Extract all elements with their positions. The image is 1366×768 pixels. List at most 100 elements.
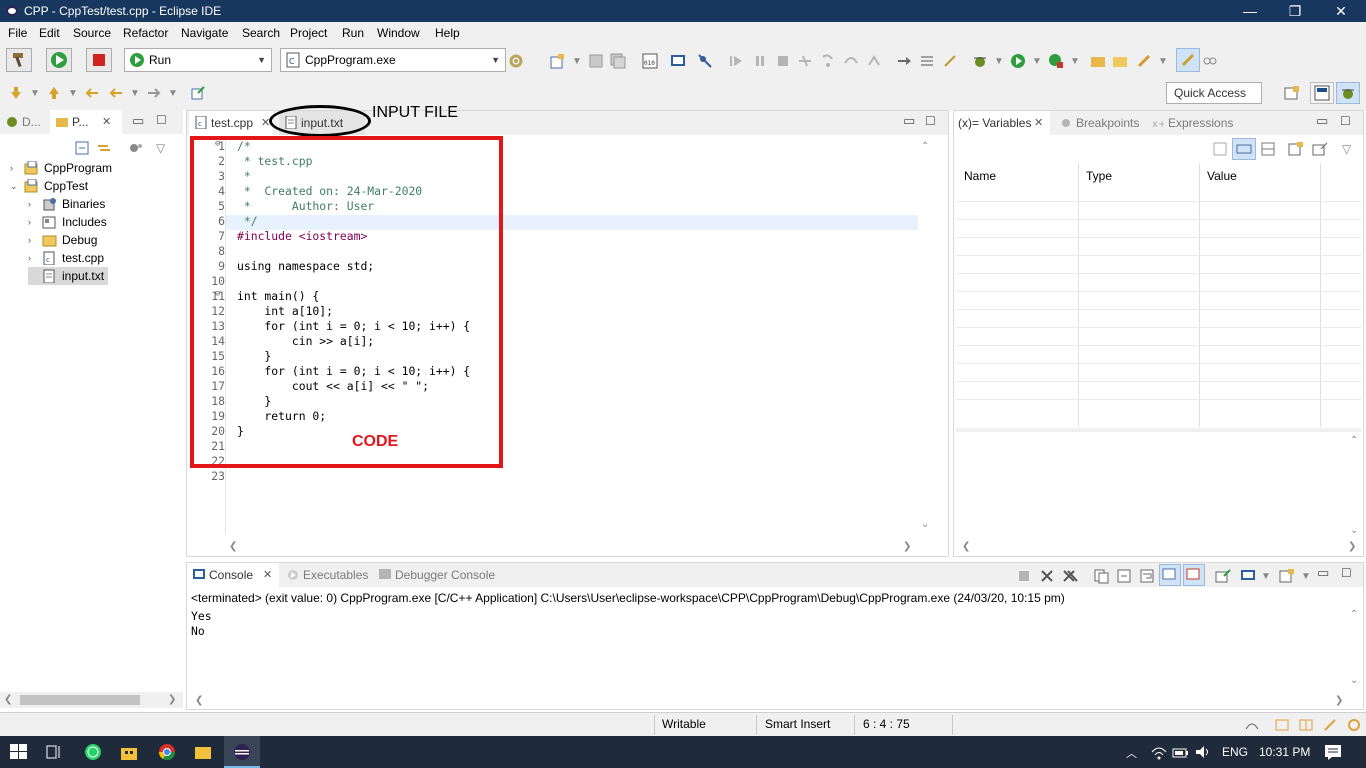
next-annotation-icon[interactable] xyxy=(8,85,24,101)
scroll-down-icon[interactable]: ⌄ xyxy=(921,519,929,530)
scroll-up-icon[interactable]: ⌃ xyxy=(1350,435,1358,446)
suspend-icon[interactable] xyxy=(752,53,768,69)
scroll-down-icon[interactable]: ⌄ xyxy=(1350,525,1358,536)
detail-pane-sash[interactable] xyxy=(956,428,1361,432)
highlight-toggle-button[interactable] xyxy=(1176,48,1200,72)
scroll-up-icon[interactable]: ⌃ xyxy=(921,141,929,152)
scroll-left-icon[interactable]: ❮ xyxy=(229,541,237,552)
console-vertical-scrollbar[interactable]: ⌃ ⌄ xyxy=(1347,607,1363,691)
menu-file[interactable]: File xyxy=(8,26,27,40)
chevron-down-icon[interactable]: ▼ xyxy=(1070,56,1080,67)
menu-project[interactable]: Project xyxy=(290,26,327,40)
view-menu-icon[interactable]: ▽ xyxy=(156,141,165,155)
chevron-down-icon[interactable]: ▼ xyxy=(1032,56,1042,67)
scroll-right-icon[interactable]: ❯ xyxy=(1348,541,1356,552)
menu-source[interactable]: Source xyxy=(73,26,111,40)
menu-run[interactable]: Run xyxy=(342,26,364,40)
chevron-down-icon[interactable]: ▼ xyxy=(572,56,582,67)
tab-test-cpp[interactable]: c test.cpp ✕ xyxy=(189,111,273,135)
last-edit-icon[interactable] xyxy=(84,85,100,101)
maximize-icon[interactable]: ☐ xyxy=(925,114,936,128)
task-view-icon[interactable] xyxy=(46,744,64,760)
view-menu-icon[interactable]: ▽ xyxy=(1342,142,1351,156)
editor-horizontal-scrollbar[interactable]: ❮ ❯ xyxy=(215,539,918,555)
maximize-icon[interactable]: ☐ xyxy=(1340,114,1351,128)
copy-icon[interactable] xyxy=(1093,568,1109,584)
wand-icon[interactable] xyxy=(1322,717,1338,733)
chrome-icon[interactable] xyxy=(158,744,176,760)
expand-icon[interactable]: › xyxy=(28,195,31,213)
tab-executables[interactable]: Executables xyxy=(281,563,371,587)
pencil-icon[interactable] xyxy=(1136,53,1152,69)
scroll-lock-icon[interactable] xyxy=(1116,568,1132,584)
tree-item-input-txt[interactable]: input.txt xyxy=(28,267,108,285)
show-type-names-button[interactable] xyxy=(1232,138,1256,160)
book-icon[interactable] xyxy=(1274,717,1290,733)
debug-perspective-button[interactable] xyxy=(1336,82,1360,104)
tray-expand-icon[interactable]: ︿ xyxy=(1126,745,1137,761)
detail-vertical-scrollbar[interactable]: ⌃ ⌄ xyxy=(1347,433,1363,543)
open-perspective-icon[interactable] xyxy=(1284,85,1300,101)
maximize-icon[interactable]: ☐ xyxy=(156,113,167,127)
pin-icon[interactable] xyxy=(1312,141,1328,157)
new-folder-icon[interactable] xyxy=(1090,53,1106,69)
chevron-down-icon[interactable]: ▼ xyxy=(30,88,40,99)
menu-refactor[interactable]: Refactor xyxy=(123,26,168,40)
close-window-button[interactable]: ✕ xyxy=(1331,2,1351,20)
cpp-perspective-button[interactable] xyxy=(1310,82,1334,104)
link-icon[interactable] xyxy=(1202,53,1218,69)
wand-icon[interactable] xyxy=(942,53,958,69)
pin-editor-icon[interactable] xyxy=(190,85,206,101)
chevron-down-icon[interactable]: ▼ xyxy=(1301,571,1311,582)
quick-access-field[interactable]: Quick Access xyxy=(1166,82,1262,104)
restore-button[interactable]: ❐ xyxy=(1285,2,1305,20)
build-button[interactable] xyxy=(6,48,32,72)
disconnect-icon[interactable] xyxy=(797,53,813,69)
eclipse-taskbar-button[interactable] xyxy=(224,736,260,768)
collapse-all-icon[interactable] xyxy=(74,140,90,156)
show-on-output-button[interactable] xyxy=(1159,564,1181,586)
menu-navigate[interactable]: Navigate xyxy=(181,26,228,40)
whatsapp-icon[interactable] xyxy=(84,744,102,760)
column-name[interactable]: Name xyxy=(964,169,996,183)
launch-config-select[interactable]: C CppProgram.exe ▼ xyxy=(280,48,506,72)
close-icon[interactable]: ✕ xyxy=(102,110,111,134)
expand-icon[interactable]: › xyxy=(10,159,13,177)
minimize-button[interactable]: — xyxy=(1240,2,1260,20)
step-return-icon[interactable] xyxy=(866,53,882,69)
scroll-right-icon[interactable]: ❯ xyxy=(1335,695,1343,706)
gear-icon[interactable] xyxy=(508,53,524,69)
tree-item-test-cpp[interactable]: › c test.cpp xyxy=(28,249,178,267)
run-icon[interactable] xyxy=(1010,53,1026,69)
menu-search[interactable]: Search xyxy=(242,26,280,40)
column-type[interactable]: Type xyxy=(1086,169,1112,183)
debug-icon[interactable] xyxy=(972,53,988,69)
binary-icon[interactable]: 010 xyxy=(642,53,658,69)
editor-vertical-scrollbar[interactable]: ⌃ ⌄ xyxy=(918,139,934,537)
show-on-error-button[interactable] xyxy=(1183,564,1205,586)
new-view-icon[interactable] xyxy=(1288,141,1304,157)
run-button[interactable] xyxy=(46,48,72,72)
display-console-icon[interactable] xyxy=(1240,568,1256,584)
save-icon[interactable] xyxy=(588,53,604,69)
terminate-icon[interactable] xyxy=(775,53,791,69)
tasks-icon[interactable] xyxy=(1244,717,1260,733)
terminal-icon[interactable] xyxy=(670,53,686,69)
open-console-icon[interactable] xyxy=(1279,568,1295,584)
scroll-right-icon[interactable]: ❯ xyxy=(903,541,911,552)
save-all-icon[interactable] xyxy=(610,53,626,69)
language-indicator[interactable]: ENG xyxy=(1222,745,1248,759)
close-icon[interactable]: ✕ xyxy=(1034,111,1043,135)
tree-item-debug[interactable]: › Debug xyxy=(28,231,178,249)
new-icon[interactable] xyxy=(550,53,566,69)
minimize-icon[interactable]: ▭ xyxy=(132,113,144,129)
scroll-down-icon[interactable]: ⌄ xyxy=(1350,675,1358,686)
left-horizontal-scrollbar[interactable]: ❮ ❯ xyxy=(0,692,183,708)
clock[interactable]: 10:31 PM xyxy=(1259,745,1310,759)
menu-help[interactable]: Help xyxy=(435,26,460,40)
expand-icon[interactable]: › xyxy=(28,213,31,231)
launch-mode-select[interactable]: Run ▼ xyxy=(124,48,272,72)
terminate-icon[interactable] xyxy=(1016,568,1032,584)
scroll-left-icon[interactable]: ❮ xyxy=(195,695,203,706)
link-with-editor-icon[interactable] xyxy=(96,140,112,156)
